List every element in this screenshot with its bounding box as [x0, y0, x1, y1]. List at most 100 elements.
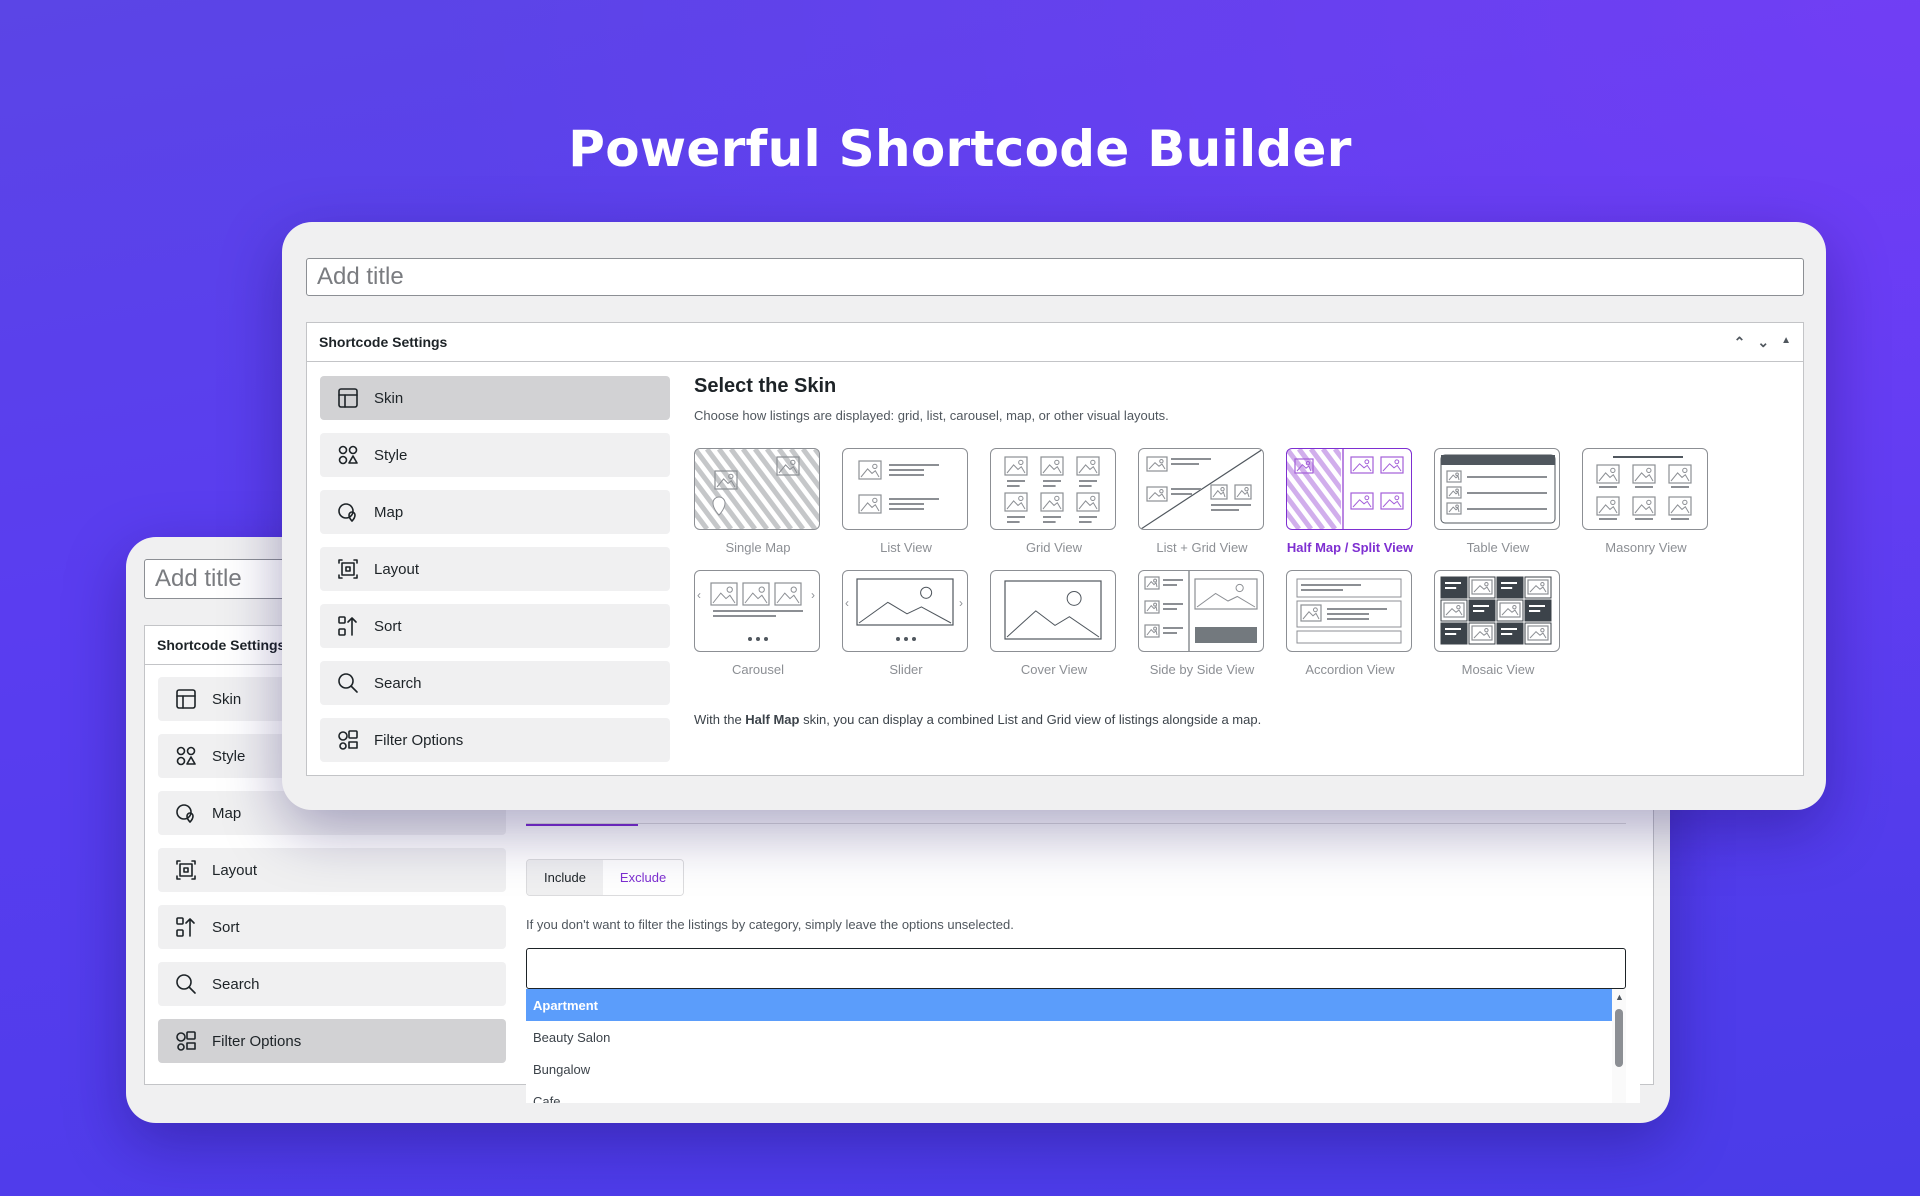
skin-thumbnail-icon	[990, 448, 1116, 530]
skin-option-cover-view[interactable]: Cover View	[990, 570, 1118, 677]
menu-item-label: Map	[374, 503, 404, 521]
skin-label: Side by Side View	[1149, 662, 1255, 677]
note-prefix: With the	[694, 712, 746, 727]
skin-option-slider[interactable]: ‹ › Slider	[842, 570, 970, 677]
menu-item-filter-options[interactable]: Filter Options	[158, 1019, 506, 1063]
skin-label: Masonry View	[1605, 540, 1687, 555]
skin-thumbnail-icon: ‹ ›	[842, 570, 968, 652]
map-icon	[176, 804, 194, 823]
filter-options-icon	[338, 730, 358, 750]
svg-text:›: ›	[959, 596, 963, 610]
menu-item-layout[interactable]: Layout	[158, 848, 506, 892]
menu-item-sort[interactable]: Sort	[158, 905, 506, 949]
skin-label: Grid View	[1025, 540, 1083, 555]
menu-item-label: Map	[212, 804, 242, 822]
menu-item-label: Sort	[212, 918, 240, 936]
menu-item-map[interactable]: Map	[320, 490, 670, 534]
skin-option-side-by-side-view[interactable]: Side by Side View	[1138, 570, 1266, 677]
skin-label: Cover View	[1020, 662, 1088, 677]
search-icon	[338, 673, 358, 693]
note-suffix: skin, you can display a combined List an…	[799, 712, 1262, 727]
skin-option-mosaic-view[interactable]: Mosaic View	[1434, 570, 1562, 677]
skin-thumbnail-icon	[842, 448, 968, 530]
category-option[interactable]: Beauty Salon	[526, 1021, 1612, 1053]
menu-item-layout[interactable]: Layout	[320, 547, 670, 591]
skin-label: Mosaic View	[1461, 662, 1535, 677]
move-down-icon[interactable]: ⌄	[1757, 334, 1769, 351]
layout-icon	[176, 860, 196, 880]
svg-text:‹: ‹	[845, 596, 849, 610]
category-option[interactable]: Cafe	[526, 1085, 1612, 1104]
skin-label: Slider	[889, 662, 923, 677]
listbox-scrollbar[interactable]: ▲	[1612, 989, 1626, 1103]
sort-icon	[176, 917, 195, 937]
svg-text:›: ›	[811, 588, 815, 602]
style-icon	[176, 746, 196, 766]
scroll-up-icon[interactable]: ▲	[1615, 992, 1624, 1002]
menu-item-skin[interactable]: Skin	[320, 376, 670, 420]
menu-item-search[interactable]: Search	[320, 661, 670, 705]
move-up-icon[interactable]: ⌃	[1734, 334, 1746, 351]
skin-thumbnail-icon	[1138, 448, 1264, 530]
search-icon	[176, 974, 196, 994]
menu-item-label: Filter Options	[212, 1032, 302, 1050]
skin-thumbnail-icon	[1434, 448, 1560, 530]
collapse-icon[interactable]: ▲	[1781, 334, 1791, 351]
category-listbox: Apartment Beauty Salon Bungalow Cafe ▲	[526, 989, 1626, 1103]
title-input[interactable]: Add title	[306, 258, 1804, 296]
menu-item-sort[interactable]: Sort	[320, 604, 670, 648]
help-text: If you don't want to filter the listings…	[526, 917, 1014, 932]
skin-section-description: Choose how listings are displayed: grid,…	[694, 408, 1169, 423]
skin-thumbnail-icon	[1138, 570, 1264, 652]
skin-option-masonry-view[interactable]: Masonry View	[1582, 448, 1710, 555]
skin-option-carousel[interactable]: ‹ › Carousel	[694, 570, 822, 677]
menu-item-label: Search	[212, 975, 260, 993]
skin-option-list-view[interactable]: List View	[842, 448, 970, 555]
skin-thumbnail-icon: ‹ ›	[694, 570, 820, 652]
skin-thumbnail-icon	[694, 448, 820, 530]
skin-label: Table View	[1466, 540, 1530, 555]
skin-thumbnail-icon	[1582, 448, 1708, 530]
category-option[interactable]: Bungalow	[526, 1053, 1612, 1085]
skin-section-title: Select the Skin	[694, 375, 837, 397]
skin-option-list-grid-view[interactable]: List + Grid View	[1138, 448, 1266, 555]
filter-options-icon	[176, 1031, 196, 1051]
svg-text:‹: ‹	[697, 588, 701, 602]
skin-option-table-view[interactable]: Table View	[1434, 448, 1562, 555]
menu-item-label: Skin	[374, 389, 404, 407]
panel-title: Shortcode Settings	[319, 334, 448, 350]
skin-option-single-map[interactable]: Single Map	[694, 448, 822, 555]
skin-option-accordion-view[interactable]: Accordion View	[1286, 570, 1414, 677]
menu-item-label: Search	[374, 674, 422, 692]
menu-item-search[interactable]: Search	[158, 962, 506, 1006]
panel-header: Shortcode Settings ⌃ ⌄ ▲	[307, 323, 1803, 362]
page-headline: Powerful Shortcode Builder	[568, 120, 1352, 178]
menu-item-label: Skin	[212, 690, 242, 708]
skin-option-half-map-split-view[interactable]: Half Map / Split View	[1286, 448, 1414, 555]
menu-item-style[interactable]: Style	[320, 433, 670, 477]
skin-label: Half Map / Split View	[1286, 540, 1414, 555]
sort-icon	[338, 616, 357, 636]
skin-option-grid-view[interactable]: Grid View	[990, 448, 1118, 555]
skin-thumbnail-icon	[1434, 570, 1560, 652]
style-icon	[338, 445, 358, 465]
skin-note: With the Half Map skin, you can display …	[694, 712, 1261, 727]
exclude-button[interactable]: Exclude	[602, 860, 684, 895]
note-bold: Half Map	[745, 712, 800, 727]
menu-item-label: Layout	[212, 861, 258, 879]
menu-item-label: Sort	[374, 617, 402, 635]
category-option[interactable]: Apartment	[526, 989, 1612, 1021]
skin-label: Accordion View	[1305, 662, 1395, 677]
menu-item-label: Style	[212, 747, 246, 765]
tabs-divider	[526, 823, 1626, 824]
menu-item-filter-options[interactable]: Filter Options	[320, 718, 670, 762]
front-settings-menu: Skin Style Map Layout Sort Search Filter Optio…	[320, 376, 670, 775]
include-button[interactable]: Include	[527, 860, 603, 895]
category-search-input[interactable]	[526, 948, 1626, 989]
menu-item-label: Layout	[374, 560, 420, 578]
layout-icon	[338, 559, 358, 579]
scroll-thumb[interactable]	[1615, 1009, 1623, 1067]
title-input[interactable]: Add title	[144, 559, 304, 599]
skin-label: Carousel	[731, 662, 785, 677]
skin-icon	[176, 689, 196, 709]
